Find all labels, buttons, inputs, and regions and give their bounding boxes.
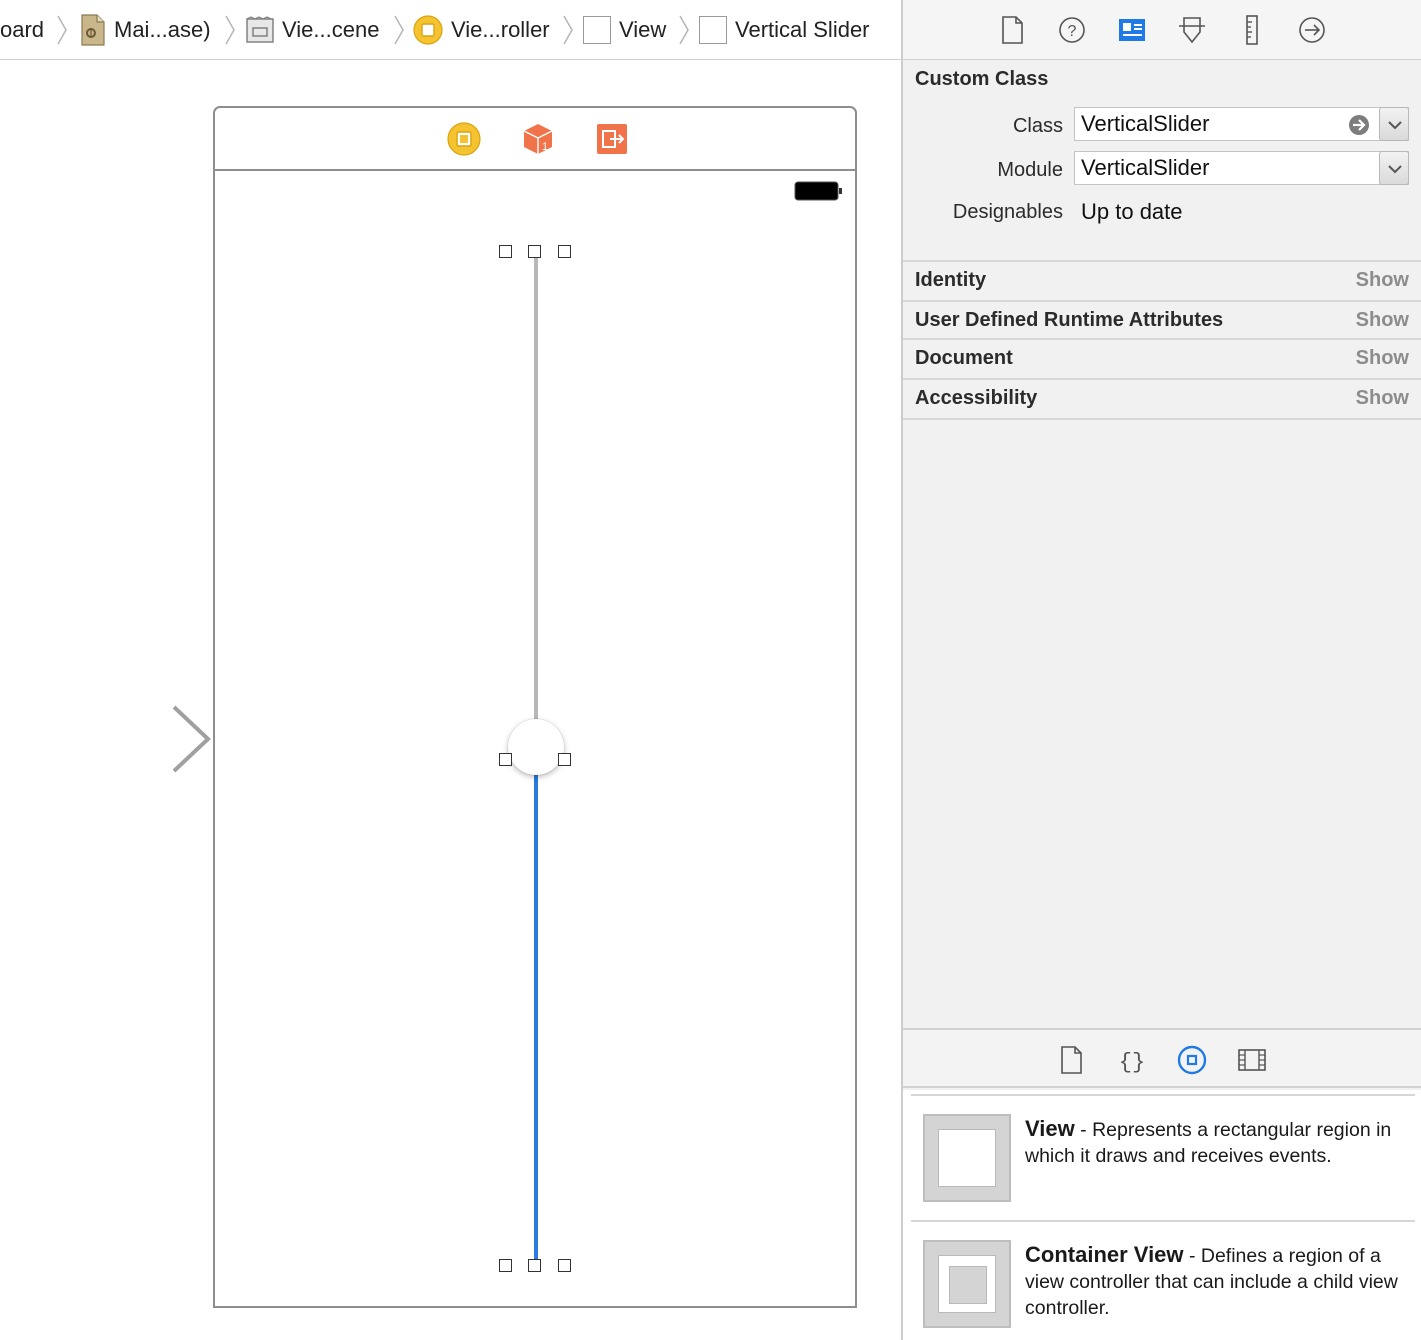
list-item-description: - Represents a rectangular region in whi… <box>1025 1119 1392 1167</box>
module-value: VerticalSlider <box>1081 155 1210 180</box>
slider-max-track <box>534 252 538 721</box>
breadcrumb-label: View <box>619 17 667 42</box>
quick-help-icon[interactable]: ? <box>1055 13 1089 47</box>
resize-handle-bottom-right[interactable] <box>558 1259 571 1272</box>
storyboard-canvas[interactable]: 1 <box>0 60 901 1340</box>
section-title: User Defined Runtime Attributes <box>915 309 1224 331</box>
first-responder-icon[interactable]: 1 <box>521 122 555 156</box>
connections-inspector-icon[interactable] <box>1295 13 1329 47</box>
resize-handle-top[interactable] <box>528 245 541 258</box>
show-button[interactable]: Show <box>1356 347 1409 370</box>
resize-handle-bottom[interactable] <box>528 1259 541 1272</box>
attributes-inspector-icon[interactable] <box>1175 13 1209 47</box>
breadcrumb-item-view-controller[interactable]: Vie...roller <box>413 12 550 48</box>
chevron-down-icon <box>1388 121 1402 130</box>
svg-text:{}: {} <box>1119 1050 1145 1075</box>
resize-handle-bottom-left[interactable] <box>499 1259 512 1272</box>
storyboard-file-icon <box>80 14 106 46</box>
module-label: Module <box>997 159 1063 181</box>
class-combobox[interactable]: VerticalSlider <box>1074 107 1409 141</box>
size-inspector-icon[interactable] <box>1235 13 1269 47</box>
show-button[interactable]: Show <box>1356 387 1409 410</box>
breadcrumb-label: oard <box>0 17 45 42</box>
utilities-pane: ? Custom Class Class VerticalSlider Modu… <box>901 0 1421 1340</box>
container-view-object-icon <box>923 1240 1011 1328</box>
inspector-tab-bar: ? <box>903 0 1421 60</box>
resize-handle-top-left[interactable] <box>499 245 512 258</box>
chevron-right-icon <box>393 14 405 46</box>
section-title: Accessibility <box>915 387 1038 409</box>
accessibility-section-header[interactable]: Accessibility Show <box>903 378 1421 420</box>
exit-icon[interactable] <box>595 122 629 156</box>
class-dropdown-button[interactable] <box>1379 107 1409 141</box>
slider-min-track <box>534 772 538 1262</box>
breadcrumb-label: Mai...ase) <box>114 17 211 42</box>
svg-text:1: 1 <box>542 141 548 153</box>
file-template-icon[interactable] <box>1056 1044 1088 1076</box>
initial-view-controller-arrow-icon[interactable] <box>14 705 214 775</box>
breadcrumb-item-vertical-slider[interactable]: Vertical Slider <box>699 12 870 48</box>
breadcrumb-label: Vertical Slider <box>735 17 870 42</box>
resize-handle-top-right[interactable] <box>558 245 571 258</box>
module-dropdown-button[interactable] <box>1379 151 1409 185</box>
list-item[interactable]: View - Represents a rectangular region i… <box>911 1094 1415 1218</box>
object-library-icon[interactable] <box>1176 1044 1208 1076</box>
breadcrumb-item-main-storyboard[interactable]: Mai...ase) <box>80 12 211 48</box>
view-icon <box>699 16 727 44</box>
library-tab-bar: {} <box>903 1028 1421 1088</box>
designables-label: Designables <box>952 201 1063 223</box>
class-label: Class <box>1012 115 1063 137</box>
list-item-text: View - Represents a rectangular region i… <box>1025 1116 1405 1169</box>
view-controller-icon <box>413 15 443 45</box>
document-section-header[interactable]: Document Show <box>903 338 1421 378</box>
object-library-list: View - Represents a rectangular region i… <box>903 1090 1421 1340</box>
chevron-right-icon <box>562 14 574 46</box>
chevron-down-icon <box>1388 165 1402 174</box>
resize-handle-right[interactable] <box>558 753 571 766</box>
breadcrumb-label: Vie...cene <box>282 17 380 42</box>
jump-bar: oard Mai...ase) Vie...cene Vie...roller … <box>0 0 901 60</box>
section-title: Document <box>915 347 1013 369</box>
list-item-name: View <box>1025 1116 1075 1141</box>
breadcrumb-item-view[interactable]: View <box>583 12 666 48</box>
designables-status: Up to date <box>1081 199 1183 224</box>
go-to-class-icon[interactable] <box>1348 114 1370 136</box>
section-title: Identity <box>915 269 987 291</box>
module-combobox[interactable]: VerticalSlider <box>1074 151 1409 185</box>
list-item[interactable]: Container View - Defines a region of a v… <box>911 1220 1415 1340</box>
breadcrumb-item-scene[interactable]: Vie...cene <box>246 12 379 48</box>
svg-text:?: ? <box>1068 23 1077 40</box>
identity-section-header[interactable]: Identity Show <box>903 260 1421 300</box>
chevron-right-icon <box>224 14 236 46</box>
list-item-name: Container View <box>1025 1242 1184 1267</box>
chevron-right-icon <box>678 14 690 46</box>
view-object-icon <box>923 1114 1011 1202</box>
file-inspector-icon[interactable] <box>995 13 1029 47</box>
list-item-text: Container View - Defines a region of a v… <box>1025 1242 1405 1321</box>
resize-handle-left[interactable] <box>499 753 512 766</box>
battery-icon <box>794 181 842 201</box>
runtime-attributes-section-header[interactable]: User Defined Runtime Attributes Show <box>903 300 1421 340</box>
media-library-icon[interactable] <box>1236 1044 1268 1076</box>
scene-dock: 1 <box>215 108 855 171</box>
show-button[interactable]: Show <box>1356 269 1409 292</box>
view-icon <box>583 16 611 44</box>
view-controller-scene[interactable]: 1 <box>213 106 857 1308</box>
scene-icon <box>246 16 274 44</box>
identity-inspector-icon[interactable] <box>1115 13 1149 47</box>
chevron-right-icon <box>56 14 68 46</box>
view-controller-icon[interactable] <box>447 122 481 156</box>
breadcrumb-item-storyboard[interactable]: oard <box>0 12 44 48</box>
custom-class-title: Custom Class <box>915 68 1049 90</box>
show-button[interactable]: Show <box>1356 309 1409 332</box>
code-snippet-icon[interactable]: {} <box>1116 1044 1148 1076</box>
class-value: VerticalSlider <box>1081 111 1210 136</box>
breadcrumb-label: Vie...roller <box>451 17 550 42</box>
slider-thumb[interactable] <box>508 718 564 775</box>
